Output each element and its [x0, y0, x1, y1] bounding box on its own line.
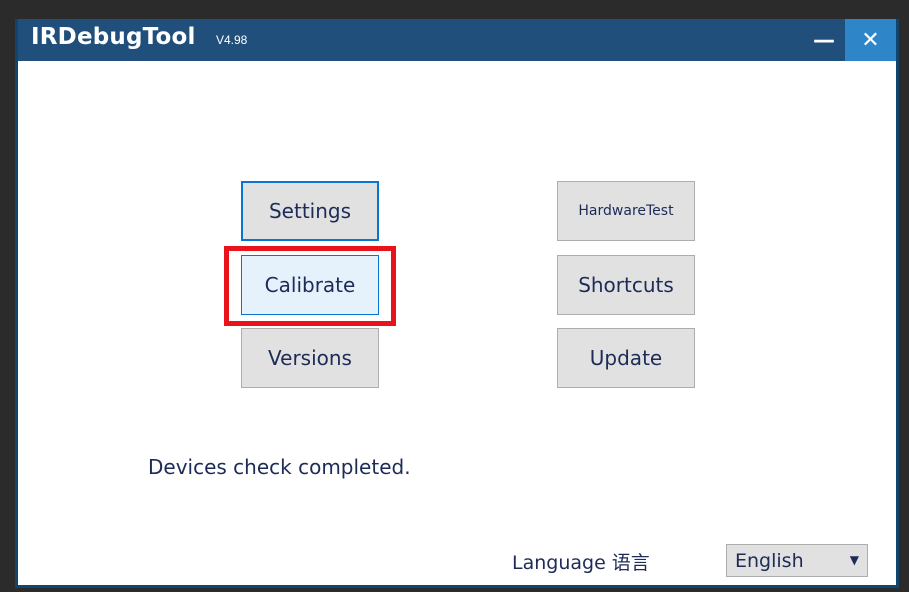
close-button[interactable]: ✕: [845, 19, 896, 61]
app-window: IRDebugTool V4.98 — ✕ Settings Calibrate…: [15, 19, 899, 588]
shortcuts-button[interactable]: Shortcuts: [557, 255, 695, 315]
hardware-test-button[interactable]: HardwareTest: [557, 181, 695, 241]
app-title: IRDebugTool: [31, 24, 196, 50]
calibrate-highlight-box: [224, 246, 396, 326]
minimize-icon: —: [813, 27, 835, 53]
language-selected-value: English: [735, 550, 804, 572]
app-version: V4.98: [216, 33, 248, 47]
versions-button[interactable]: Versions: [241, 328, 379, 388]
title-bar[interactable]: IRDebugTool V4.98 — ✕: [18, 19, 896, 61]
language-label: Language 语言: [512, 552, 650, 574]
close-icon: ✕: [861, 27, 880, 53]
settings-button[interactable]: Settings: [241, 181, 379, 241]
language-select[interactable]: English ▼: [726, 544, 868, 577]
minimize-button[interactable]: —: [804, 19, 844, 61]
status-message: Devices check completed.: [148, 455, 411, 479]
chevron-down-icon[interactable]: ▼: [850, 553, 859, 567]
update-button[interactable]: Update: [557, 328, 695, 388]
